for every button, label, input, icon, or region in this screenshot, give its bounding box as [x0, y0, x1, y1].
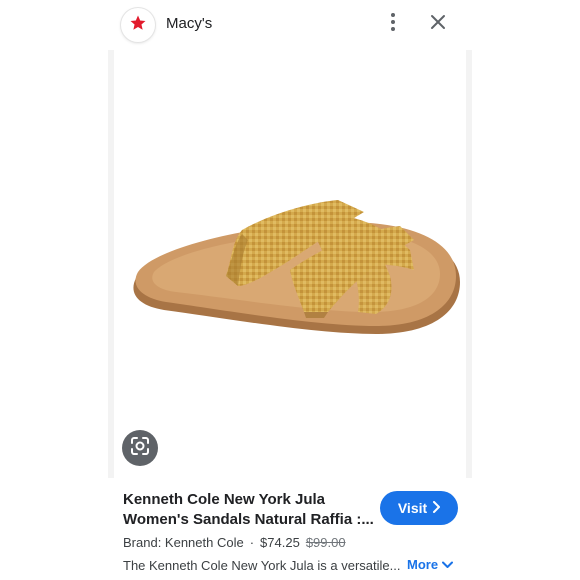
sandal-image[interactable]: [114, 50, 466, 478]
site-name: Macy's: [166, 15, 213, 32]
product-title-line-1: Kenneth Cole New York Jula: [123, 491, 325, 508]
visit-button-label: Visit: [397, 500, 428, 516]
google-lens-icon: [130, 436, 150, 461]
product-title[interactable]: Kenneth Cole New York Jula Women's Sanda…: [123, 490, 373, 530]
separator-dot: ·: [249, 535, 255, 550]
chevron-down-icon: [442, 557, 454, 572]
image-panel: [108, 50, 472, 478]
visit-button[interactable]: Visit: [380, 491, 458, 525]
more-options-button[interactable]: [382, 11, 404, 37]
product-description: The Kenneth Cole New York Jula is a vers…: [123, 558, 401, 573]
star-icon: [129, 14, 147, 37]
brand-label: Brand: Kenneth Cole: [123, 535, 244, 550]
google-lens-button[interactable]: [122, 430, 158, 466]
product-title-line-2: Women's Sandals Natural Raffia :...: [123, 511, 373, 528]
chevron-right-icon: [432, 500, 441, 516]
site-logo: [121, 8, 155, 42]
product-meta: Brand: Kenneth Cole · $74.25 $99.00: [123, 535, 346, 550]
original-price: $99.00: [305, 535, 346, 550]
sale-price: $74.25: [260, 535, 300, 550]
more-vert-icon: [390, 12, 396, 37]
close-icon: [430, 14, 446, 35]
more-button-label: More: [407, 557, 439, 572]
header: Macy's: [0, 0, 580, 50]
more-button[interactable]: More: [407, 557, 454, 572]
close-button[interactable]: [426, 12, 450, 36]
